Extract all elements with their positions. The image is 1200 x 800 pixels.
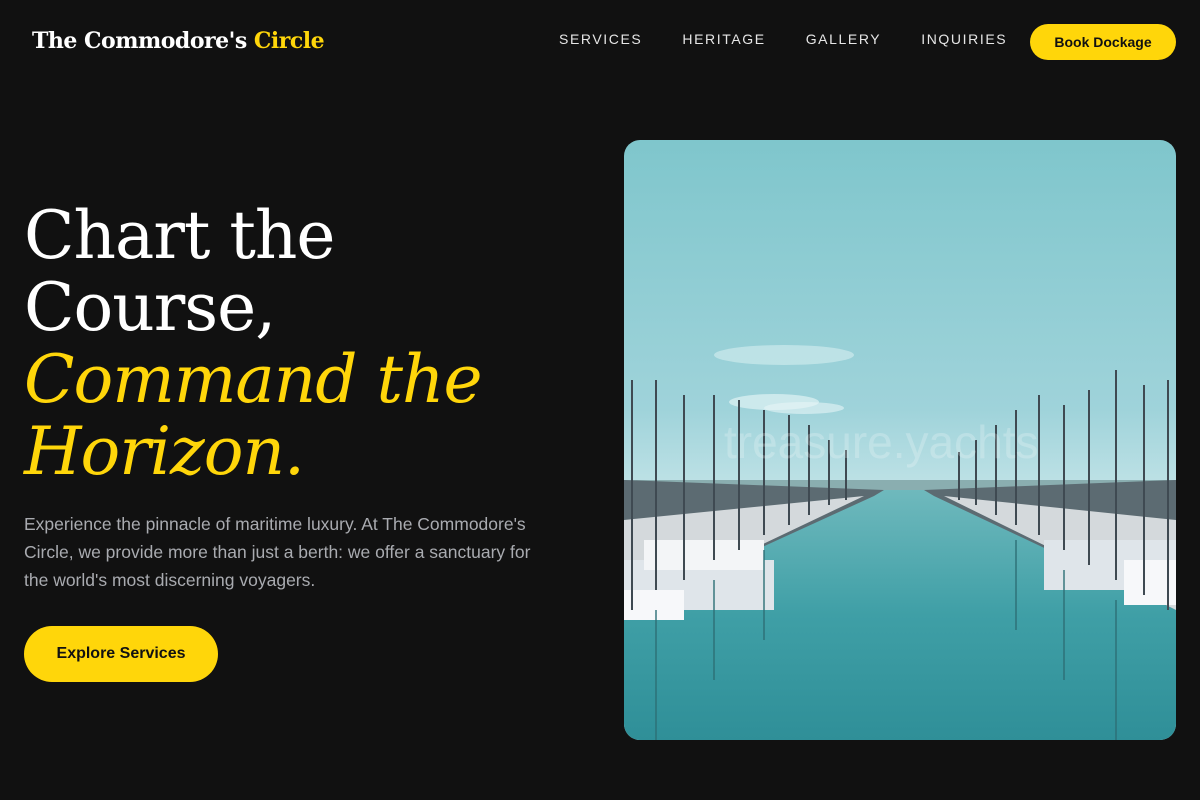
hero-title-line-2: Course,: [24, 269, 276, 346]
marina-image: treasure.yachts: [624, 140, 1176, 740]
hero-description: Experience the pinnacle of maritime luxu…: [24, 514, 531, 590]
logo-text-accent: Circle: [253, 28, 325, 54]
hero-title-line-4: Horizon.: [24, 413, 305, 490]
hero-title-line-3: Command the: [24, 341, 483, 418]
image-watermark: treasure.yachts: [724, 416, 1038, 468]
nav-link-services[interactable]: SERVICES: [559, 31, 642, 47]
landing-page: The Commodore's Circle SERVICES HERITAGE…: [0, 0, 1200, 800]
hero-title: Chart the Course, Command the Horizon.: [24, 200, 584, 488]
marina-illustration: treasure.yachts: [624, 140, 1176, 740]
explore-services-button[interactable]: Explore Services: [24, 626, 218, 682]
site-logo[interactable]: The Commodore's Circle: [32, 28, 325, 54]
book-dockage-button[interactable]: Book Dockage: [1030, 24, 1176, 60]
logo-text-main: The Commodore's: [32, 28, 247, 54]
site-header: The Commodore's Circle SERVICES HERITAGE…: [0, 0, 1200, 84]
nav-link-heritage[interactable]: HERITAGE: [682, 31, 765, 47]
nav-link-gallery[interactable]: GALLERY: [806, 31, 882, 47]
hero-title-line-1: Chart the: [24, 197, 336, 274]
main-nav: SERVICES HERITAGE GALLERY INQUIRIES: [559, 31, 1007, 47]
nav-link-inquiries[interactable]: INQUIRIES: [921, 31, 1007, 47]
